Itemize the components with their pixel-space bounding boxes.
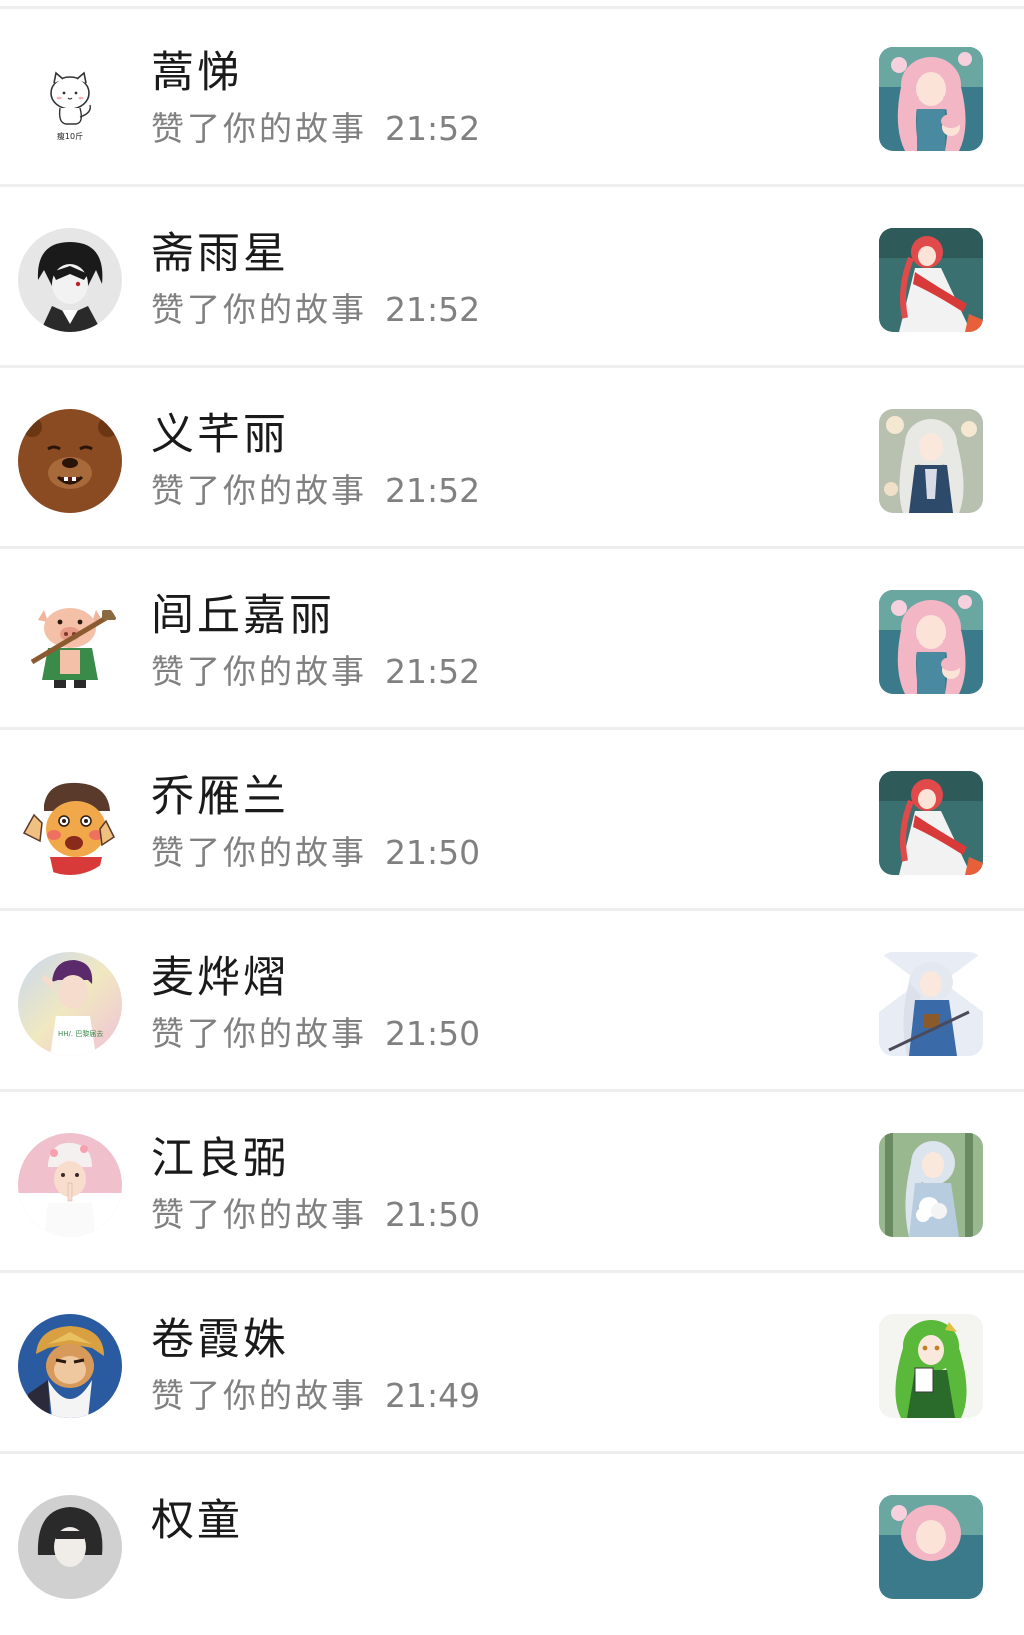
timestamp: 21:50 — [385, 1195, 481, 1234]
action-text: 赞了你的故事 — [151, 290, 367, 329]
red-dress-girl-thumbnail[interactable] — [879, 228, 983, 332]
pig-avatar[interactable] — [18, 590, 122, 694]
timestamp: 21:52 — [385, 471, 481, 510]
list-item[interactable]: 乔雁兰 赞了你的故事 21:50 — [0, 733, 1024, 911]
notification-meta: 赞了你的故事 21:52 — [151, 107, 480, 151]
timestamp: 21:52 — [385, 290, 481, 329]
notification-meta: 赞了你的故事 21:52 — [151, 288, 480, 332]
row-divider — [0, 727, 1024, 730]
flower-girl-thumbnail[interactable] — [879, 1133, 983, 1237]
monkey-king-avatar[interactable] — [18, 1314, 122, 1418]
timestamp: 21:49 — [385, 1376, 481, 1415]
pink-hair-girl-thumbnail[interactable] — [879, 47, 983, 151]
list-item[interactable]: 权童 — [0, 1457, 1024, 1635]
list-item[interactable]: 斋雨星 赞了你的故事 21:52 — [0, 190, 1024, 368]
notification-meta: 赞了你的故事 21:52 — [151, 650, 480, 694]
green-hair-girl-thumbnail[interactable] — [879, 1314, 983, 1418]
user-name[interactable]: 权童 — [151, 1495, 243, 1547]
action-text: 赞了你的故事 — [151, 471, 367, 510]
row-divider — [0, 1089, 1024, 1092]
row-divider — [0, 184, 1024, 187]
list-item[interactable]: 瘦10斤 蒿悌 赞了你的故事 21:52 — [0, 9, 1024, 187]
user-name[interactable]: 闾丘嘉丽 — [151, 590, 335, 642]
row-divider — [0, 546, 1024, 549]
list-item[interactable]: 江良弼 赞了你的故事 21:50 — [0, 1095, 1024, 1273]
action-text: 赞了你的故事 — [151, 1014, 367, 1053]
cartoon-face-avatar[interactable] — [18, 771, 122, 875]
user-name[interactable]: 义芊丽 — [151, 409, 289, 461]
list-item[interactable]: 义芊丽 赞了你的故事 21:52 — [0, 371, 1024, 549]
pink-hair-girl-thumbnail[interactable] — [879, 1495, 983, 1599]
notification-meta: 赞了你的故事 21:49 — [151, 1374, 480, 1418]
notification-meta: 赞了你的故事 21:50 — [151, 1012, 480, 1056]
white-hair-knight-thumbnail[interactable] — [879, 952, 983, 1056]
action-text: 赞了你的故事 — [151, 652, 367, 691]
notification-meta: 赞了你的故事 21:52 — [151, 469, 480, 513]
action-text: 赞了你的故事 — [151, 833, 367, 872]
timestamp: 21:52 — [385, 652, 481, 691]
action-text: 赞了你的故事 — [151, 1195, 367, 1234]
user-name[interactable]: 卷霞姝 — [151, 1314, 289, 1366]
svg-text:瘦10斤: 瘦10斤 — [57, 131, 83, 141]
user-name[interactable]: 斋雨星 — [151, 228, 289, 280]
saluting-boy-avatar[interactable]: HH/. 巴黎届去 — [18, 952, 122, 1056]
dark-hair-boy-avatar[interactable] — [18, 228, 122, 332]
list-item[interactable]: 卷霞姝 赞了你的故事 21:49 — [0, 1276, 1024, 1454]
user-name[interactable]: 蒿悌 — [151, 47, 243, 99]
pink-photo-avatar[interactable] — [18, 1133, 122, 1237]
action-text: 赞了你的故事 — [151, 1376, 367, 1415]
timestamp: 21:50 — [385, 1014, 481, 1053]
ink-portrait-avatar[interactable] — [18, 1495, 122, 1599]
list-item[interactable]: 闾丘嘉丽 赞了你的故事 21:52 — [0, 552, 1024, 730]
user-name[interactable]: 乔雁兰 — [151, 771, 289, 823]
action-text: 赞了你的故事 — [151, 109, 367, 148]
notification-meta: 赞了你的故事 21:50 — [151, 1193, 480, 1237]
user-name[interactable]: 江良弼 — [151, 1133, 289, 1185]
row-divider — [0, 1270, 1024, 1273]
bear-avatar[interactable] — [18, 409, 122, 513]
pink-hair-girl-thumbnail[interactable] — [879, 590, 983, 694]
timestamp: 21:50 — [385, 833, 481, 872]
white-hair-girl-thumbnail[interactable] — [879, 409, 983, 513]
row-divider — [0, 908, 1024, 911]
row-divider — [0, 365, 1024, 368]
row-divider — [0, 1451, 1024, 1454]
svg-text:HH/. 巴黎届去: HH/. 巴黎届去 — [58, 1029, 103, 1038]
cat-avatar-icon[interactable]: 瘦10斤 — [18, 47, 122, 151]
user-name[interactable]: 麦烨熠 — [151, 952, 289, 1004]
list-item[interactable]: HH/. 巴黎届去 麦烨熠 赞了你的故事 21:50 — [0, 914, 1024, 1092]
notification-meta: 赞了你的故事 21:50 — [151, 831, 480, 875]
timestamp: 21:52 — [385, 109, 481, 148]
red-dress-girl-thumbnail[interactable] — [879, 771, 983, 875]
